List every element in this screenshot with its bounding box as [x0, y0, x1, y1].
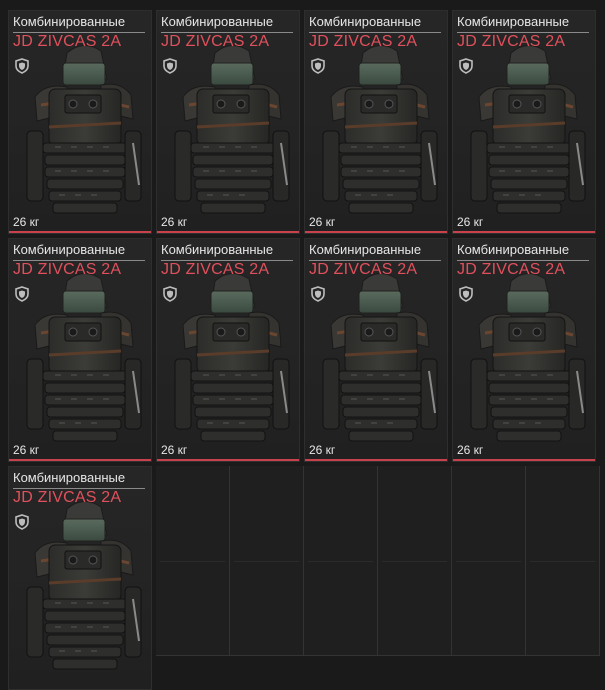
item-underline — [9, 459, 151, 461]
item-category: Комбинированные — [161, 14, 293, 33]
item-underline — [305, 231, 447, 233]
inventory-item-card[interactable]: Комбинированные JD ZIVCAS 2A 26 кг — [8, 238, 152, 462]
inventory-item-card[interactable]: Комбинированные JD ZIVCAS 2A 26 кг — [304, 238, 448, 462]
item-underline — [453, 231, 595, 233]
inventory-item-card[interactable]: Комбинированные JD ZIVCAS 2A 26 кг — [452, 10, 596, 234]
empty-inventory-slot[interactable] — [304, 466, 378, 656]
item-underline — [9, 231, 151, 233]
inventory-item-card[interactable]: Комбинированные JD ZIVCAS 2A — [8, 466, 152, 690]
item-name: JD ZIVCAS 2A — [161, 261, 270, 278]
armor-image — [26, 273, 142, 442]
armor-image — [470, 273, 586, 442]
inventory-item-card[interactable]: Комбинированные JD ZIVCAS 2A 26 кг — [452, 238, 596, 462]
item-category: Комбинированные — [13, 14, 145, 33]
item-name: JD ZIVCAS 2A — [309, 261, 418, 278]
inventory-item-card[interactable]: Комбинированные JD ZIVCAS 2A 26 кг — [8, 10, 152, 234]
empty-inventory-slot[interactable] — [526, 466, 600, 656]
item-category: Комбинированные — [309, 242, 441, 261]
shield-icon — [15, 286, 29, 302]
armor-image — [174, 273, 290, 442]
armor-image — [26, 45, 142, 214]
item-weight: 26 кг — [13, 215, 40, 229]
inventory-item-card[interactable]: Комбинированные JD ZIVCAS 2A 26 кг — [304, 10, 448, 234]
armor-image — [470, 45, 586, 214]
item-category: Комбинированные — [13, 470, 145, 489]
item-category: Комбинированные — [457, 14, 589, 33]
empty-inventory-slot[interactable] — [156, 466, 230, 656]
item-name: JD ZIVCAS 2A — [457, 33, 566, 50]
item-category: Комбинированные — [13, 242, 145, 261]
empty-inventory-slot[interactable] — [452, 466, 526, 656]
item-underline — [305, 459, 447, 461]
shield-icon — [15, 58, 29, 74]
inventory-item-card[interactable]: Комбинированные JD ZIVCAS 2A 26 кг — [156, 238, 300, 462]
item-name: JD ZIVCAS 2A — [309, 33, 418, 50]
item-weight: 26 кг — [457, 215, 484, 229]
inventory-grid: Комбинированные JD ZIVCAS 2A 26 кг Комби… — [8, 10, 602, 690]
shield-icon — [163, 286, 177, 302]
empty-inventory-slot[interactable] — [378, 466, 452, 656]
armor-image — [174, 45, 290, 214]
armor-image — [322, 45, 438, 214]
shield-icon — [163, 58, 177, 74]
shield-icon — [311, 286, 325, 302]
item-category: Комбинированные — [457, 242, 589, 261]
item-weight: 26 кг — [309, 443, 336, 457]
armor-image — [322, 273, 438, 442]
item-category: Комбинированные — [309, 14, 441, 33]
item-category: Комбинированные — [161, 242, 293, 261]
item-weight: 26 кг — [309, 215, 336, 229]
item-weight: 26 кг — [457, 443, 484, 457]
shield-icon — [311, 58, 325, 74]
shield-icon — [459, 286, 473, 302]
empty-inventory-slot[interactable] — [230, 466, 304, 656]
item-weight: 26 кг — [161, 215, 188, 229]
item-name: JD ZIVCAS 2A — [13, 261, 122, 278]
item-name: JD ZIVCAS 2A — [13, 33, 122, 50]
inventory-item-card[interactable]: Комбинированные JD ZIVCAS 2A 26 кг — [156, 10, 300, 234]
item-name: JD ZIVCAS 2A — [161, 33, 270, 50]
item-name: JD ZIVCAS 2A — [457, 261, 566, 278]
item-weight: 26 кг — [161, 443, 188, 457]
item-name: JD ZIVCAS 2A — [13, 489, 122, 506]
item-underline — [157, 459, 299, 461]
shield-icon — [15, 514, 29, 530]
item-underline — [453, 459, 595, 461]
item-weight: 26 кг — [13, 443, 40, 457]
shield-icon — [459, 58, 473, 74]
item-underline — [157, 231, 299, 233]
armor-image — [26, 501, 142, 670]
